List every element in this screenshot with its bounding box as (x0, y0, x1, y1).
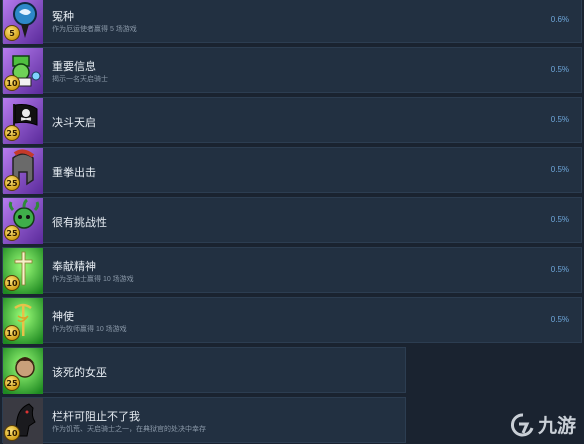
achievement-title: 奉献精神 (52, 261, 96, 273)
watermark-text: 九游 (537, 415, 576, 437)
points-badge: 25 (4, 375, 20, 391)
achievement-title: 重拳出击 (52, 167, 96, 179)
goblin-scroll-icon: 10 (3, 48, 43, 94)
achievement-row[interactable]: 25 决斗天启 0.5% (2, 97, 582, 144)
achievement-title: 冤种 (52, 11, 74, 23)
caduceus-icon: 10 (3, 298, 43, 344)
witch-icon: 25 (3, 348, 43, 394)
achievement-title: 该死的女巫 (52, 367, 107, 379)
achievement-row[interactable]: 25 该死的女巫 (2, 347, 406, 394)
achievement-title: 决斗天启 (52, 117, 96, 129)
achievement-list: 5 冤种 作为厄运使者赢得 5 场游戏 0.6% 10 重要信息 揭示一名天启骑… (0, 0, 584, 444)
watermark: 九游 (510, 411, 576, 438)
unlock-percentage: 0.5% (550, 165, 569, 174)
achievement-description: 作为厄运使者赢得 5 场游戏 (52, 26, 137, 33)
achievement-row[interactable]: 5 冤种 作为厄运使者赢得 5 场游戏 0.6% (2, 0, 582, 44)
achievement-title: 神使 (52, 311, 74, 323)
unlock-percentage: 0.5% (550, 215, 569, 224)
horse-head-icon: 10 (3, 398, 43, 444)
achievement-row[interactable]: 10 神使 作为牧师赢得 10 场游戏 0.5% (2, 297, 582, 344)
points-badge: 10 (4, 325, 20, 341)
achievement-row[interactable]: 10 重要信息 揭示一名天启骑士 0.5% (2, 47, 582, 94)
spartan-helmet-icon: 25 (3, 148, 43, 194)
points-badge: 5 (4, 25, 20, 41)
achievement-row[interactable]: 25 重拳出击 0.5% (2, 147, 582, 194)
achievement-title: 重要信息 (52, 61, 96, 73)
jiuyou-logo-icon (510, 412, 534, 436)
dragon-moon-icon: 5 (3, 0, 43, 44)
points-badge: 10 (4, 275, 20, 291)
achievement-title: 栏杆可阻止不了我 (52, 411, 140, 423)
medusa-icon: 25 (3, 198, 43, 244)
achievement-description: 作为牧师赢得 10 场游戏 (52, 326, 127, 333)
points-badge: 25 (4, 225, 20, 241)
unlock-percentage: 0.6% (550, 15, 569, 24)
achievement-description: 揭示一名天启骑士 (52, 76, 108, 83)
points-badge: 10 (4, 75, 20, 91)
achievement-row[interactable]: 25 很有挑战性 0.5% (2, 197, 582, 244)
points-badge: 25 (4, 175, 20, 191)
unlock-percentage: 0.5% (550, 115, 569, 124)
points-badge: 10 (4, 425, 20, 441)
points-badge: 25 (4, 125, 20, 141)
achievement-description: 作为圣骑士赢得 10 场游戏 (52, 276, 134, 283)
unlock-percentage: 0.5% (550, 65, 569, 74)
unlock-percentage: 0.5% (550, 265, 569, 274)
achievement-row[interactable]: 10 奉献精神 作为圣骑士赢得 10 场游戏 0.5% (2, 247, 582, 294)
holy-cross-icon: 10 (3, 248, 43, 294)
pirate-flag-icon: 25 (3, 98, 43, 144)
achievement-title: 很有挑战性 (52, 217, 107, 229)
achievement-row[interactable]: 10 栏杆可阻止不了我 作为饥荒、天启骑士之一，在典狱官的处决中幸存 (2, 397, 406, 444)
achievement-description: 作为饥荒、天启骑士之一，在典狱官的处决中幸存 (52, 426, 206, 433)
unlock-percentage: 0.5% (550, 315, 569, 324)
